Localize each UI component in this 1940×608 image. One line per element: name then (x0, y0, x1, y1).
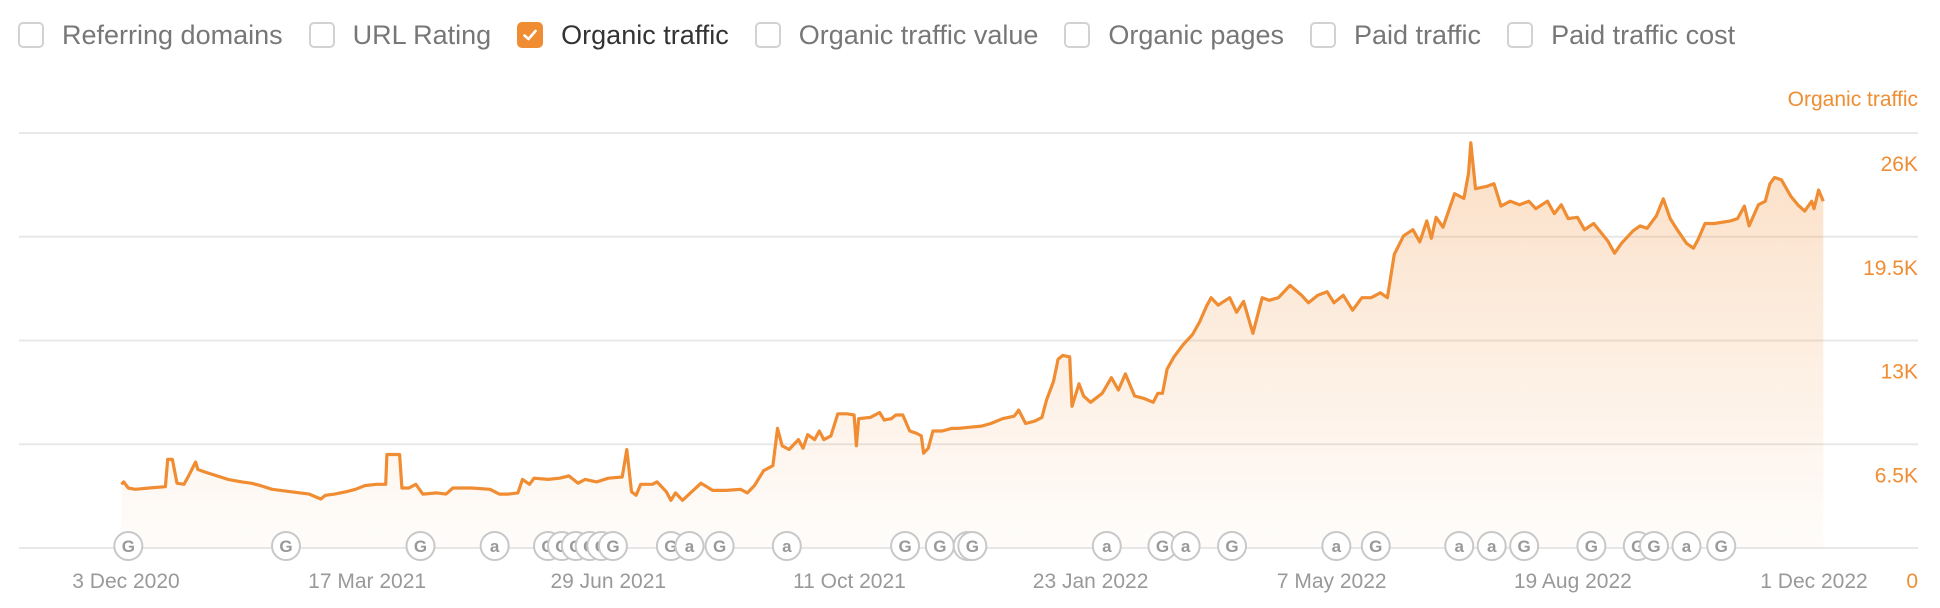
marker-glyph: a (1455, 537, 1465, 556)
marker-glyph: G (1647, 537, 1660, 556)
x-tick-label: 3 Dec 2020 (72, 570, 179, 593)
marker-glyph: a (1682, 537, 1692, 556)
google-update-marker[interactable]: G (597, 531, 628, 561)
google-update-marker[interactable]: G (1706, 531, 1737, 561)
marker-glyph: G (1715, 537, 1728, 556)
google-update-marker[interactable]: G (890, 531, 921, 561)
x-tick-label: 29 Jun 2021 (550, 570, 666, 593)
marker-glyph: a (782, 537, 792, 556)
marker-glyph: G (713, 537, 726, 556)
google-update-marker[interactable]: G (924, 531, 955, 561)
google-update-marker[interactable]: G (405, 531, 436, 561)
marker-glyph: G (898, 537, 911, 556)
google-update-marker[interactable]: G (704, 531, 735, 561)
ahrefs-update-marker[interactable]: a (1091, 531, 1122, 561)
marker-glyph: G (1369, 537, 1382, 556)
marker-glyph: G (966, 537, 979, 556)
google-update-marker[interactable]: G (1360, 531, 1391, 561)
y-tick-label: 0 (1906, 570, 1918, 593)
ahrefs-update-marker[interactable]: a (1476, 531, 1507, 561)
marker-glyph: a (1102, 537, 1112, 556)
marker-glyph: a (685, 537, 695, 556)
google-update-marker[interactable]: G (270, 531, 301, 561)
google-update-marker[interactable]: G (957, 531, 988, 561)
organic-traffic-chart: GGGaGGGGGGGaGaGGGGaGaGaGaaGGGGaG 26K19.5… (19, 132, 1918, 593)
x-tick-label: 1 Dec 2022 (1760, 570, 1867, 593)
ahrefs-update-marker[interactable]: a (1671, 531, 1702, 561)
ahrefs-update-marker[interactable]: a (479, 531, 510, 561)
y-tick-label: 26K (1881, 153, 1918, 176)
marker-glyph: G (1225, 537, 1238, 556)
marker-glyph: G (1585, 537, 1598, 556)
x-tick-label: 17 Mar 2021 (308, 570, 426, 593)
ahrefs-update-marker[interactable]: a (674, 531, 705, 561)
x-tick-label: 19 Aug 2022 (1514, 570, 1632, 593)
ahrefs-update-marker[interactable]: a (771, 531, 802, 561)
marker-glyph: G (122, 537, 135, 556)
y-tick-label: 13K (1881, 361, 1918, 384)
series-area (121, 142, 1824, 548)
marker-glyph: a (490, 537, 500, 556)
ahrefs-update-marker[interactable]: a (1170, 531, 1201, 561)
marker-glyph: G (606, 537, 619, 556)
x-tick-label: 23 Jan 2022 (1033, 570, 1149, 593)
ahrefs-update-marker[interactable]: a (1444, 531, 1475, 561)
google-update-marker[interactable]: G (1639, 531, 1670, 561)
marker-glyph: G (414, 537, 427, 556)
y-tick-label: 6.5K (1875, 464, 1918, 487)
y-tick-label: 19.5K (1863, 257, 1918, 280)
marker-glyph: G (933, 537, 946, 556)
ahrefs-update-marker[interactable]: a (1321, 531, 1352, 561)
marker-glyph: a (1332, 537, 1342, 556)
google-update-marker[interactable]: G (1217, 531, 1248, 561)
marker-glyph: a (1487, 537, 1497, 556)
google-update-marker[interactable]: G (1509, 531, 1540, 561)
marker-glyph: G (279, 537, 292, 556)
marker-glyph: G (1156, 537, 1169, 556)
x-tick-label: 7 May 2022 (1277, 570, 1387, 593)
google-update-marker[interactable]: G (1576, 531, 1607, 561)
x-tick-label: 11 Oct 2021 (793, 570, 906, 593)
marker-glyph: G (1518, 537, 1531, 556)
google-update-marker[interactable]: G (113, 531, 144, 561)
marker-glyph: a (1181, 537, 1191, 556)
